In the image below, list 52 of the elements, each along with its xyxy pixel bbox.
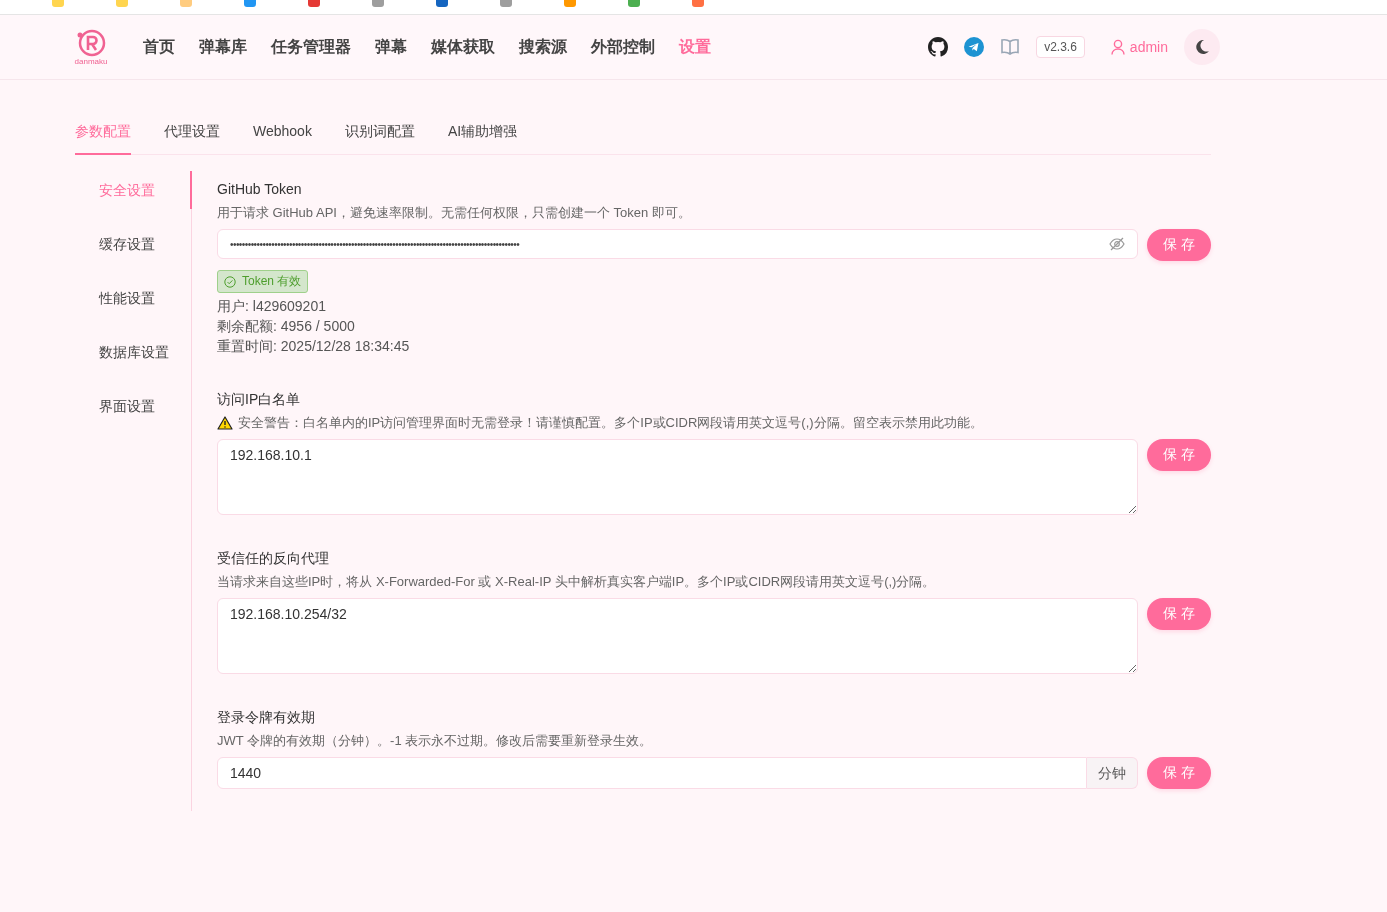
theme-toggle[interactable] bbox=[1184, 29, 1220, 65]
token-info-text: 剩余配额: 4956 / 5000 bbox=[217, 317, 356, 336]
sidebar-item[interactable]: 界面设置 bbox=[75, 387, 191, 425]
settings-tab[interactable]: Webhook bbox=[253, 113, 312, 155]
setting-title: 登录令牌有效期 bbox=[217, 708, 316, 727]
settings-tab[interactable]: AI辅助增强 bbox=[447, 113, 518, 155]
settings-tab[interactable]: 识别词配置 bbox=[344, 113, 415, 155]
check-circle-icon bbox=[224, 275, 236, 288]
minutes-field[interactable]: 1440 bbox=[217, 757, 1087, 789]
nav-link[interactable]: 弹幕 bbox=[375, 36, 407, 58]
setting-title: GitHub Token bbox=[217, 180, 303, 199]
nav-link[interactable]: 外部控制 bbox=[591, 36, 655, 58]
moon-icon bbox=[1194, 39, 1210, 55]
logo-icon[interactable] bbox=[75, 28, 107, 57]
token-info-text: 重置时间: 2025/12/28 18:34:45 bbox=[217, 337, 411, 356]
github-icon[interactable] bbox=[928, 37, 949, 57]
sidebar-item[interactable]: 性能设置 bbox=[75, 279, 191, 317]
logo-text: danmaku bbox=[74, 56, 108, 66]
setting-description: 用于请求 GitHub API，避免速率限制。无需任何权限，只需创建一个 Token 即可。 bbox=[217, 204, 691, 222]
ip-list-field[interactable]: 192.168.10.1 bbox=[217, 439, 1138, 515]
bookmark-icon[interactable] bbox=[372, 0, 384, 7]
bookmark-icon[interactable] bbox=[308, 0, 320, 7]
unit-label: 分钟 bbox=[1087, 757, 1138, 789]
bookmark-icon[interactable] bbox=[436, 0, 448, 7]
version-badge: v2.3.6 bbox=[1036, 36, 1085, 58]
token-info-text: 用户: l429609201 bbox=[217, 297, 327, 316]
setting-description: 安全警告：白名单内的IP访问管理界面时无需登录！请谨慎配置。多个IP或CIDR网段请用英文逗号(,)分隔。留空表示禁用此功能。 bbox=[238, 414, 983, 432]
bookmark-icon[interactable] bbox=[500, 0, 512, 7]
bookmark-icon[interactable] bbox=[180, 0, 192, 7]
bookmark-icon[interactable] bbox=[628, 0, 640, 7]
ip-list-field[interactable]: 192.168.10.254/32 bbox=[217, 598, 1138, 674]
sidebar-item[interactable]: 缓存设置 bbox=[75, 225, 191, 263]
nav-link[interactable]: 任务管理器 bbox=[271, 36, 351, 58]
nav-link[interactable]: 媒体获取 bbox=[431, 36, 495, 58]
bookmark-icon[interactable] bbox=[692, 0, 704, 7]
setting-title: 受信任的反向代理 bbox=[217, 549, 330, 568]
token-status-badge: Token 有效 bbox=[217, 270, 309, 293]
token-field[interactable]: •••••••••••••••••••••••••••••••••••••••••••••••••••••••••••••••••••••••••••••••••••••••••••••••••• bbox=[217, 229, 1138, 259]
nav-link[interactable]: 首页 bbox=[143, 36, 175, 58]
setting-description: 当请求来自这些IP时，将从 X-Forwarded-For 或 X-Real-IP 头中解析真实客户端IP。多个IP或CIDR网段请用英文逗号(,)分隔。 bbox=[217, 573, 936, 591]
nav-link[interactable]: 搜索源 bbox=[519, 36, 567, 58]
user-icon bbox=[1110, 39, 1125, 55]
sidebar-item[interactable]: 数据库设置 bbox=[75, 333, 191, 371]
setting-title: 访问IP白名单 bbox=[217, 390, 302, 409]
bookmark-icon[interactable] bbox=[244, 0, 256, 7]
nav-link[interactable]: 弹幕库 bbox=[199, 36, 247, 58]
eye-hidden-icon[interactable] bbox=[1109, 237, 1125, 251]
book-icon[interactable] bbox=[1000, 38, 1021, 56]
bookmark-icon[interactable] bbox=[564, 0, 576, 7]
telegram-icon[interactable] bbox=[964, 37, 985, 57]
setting-description: JWT 令牌的有效期（分钟）。-1 表示永不过期。修改后需要重新登录生效。 bbox=[217, 732, 653, 750]
settings-tab[interactable]: 代理设置 bbox=[164, 113, 220, 155]
